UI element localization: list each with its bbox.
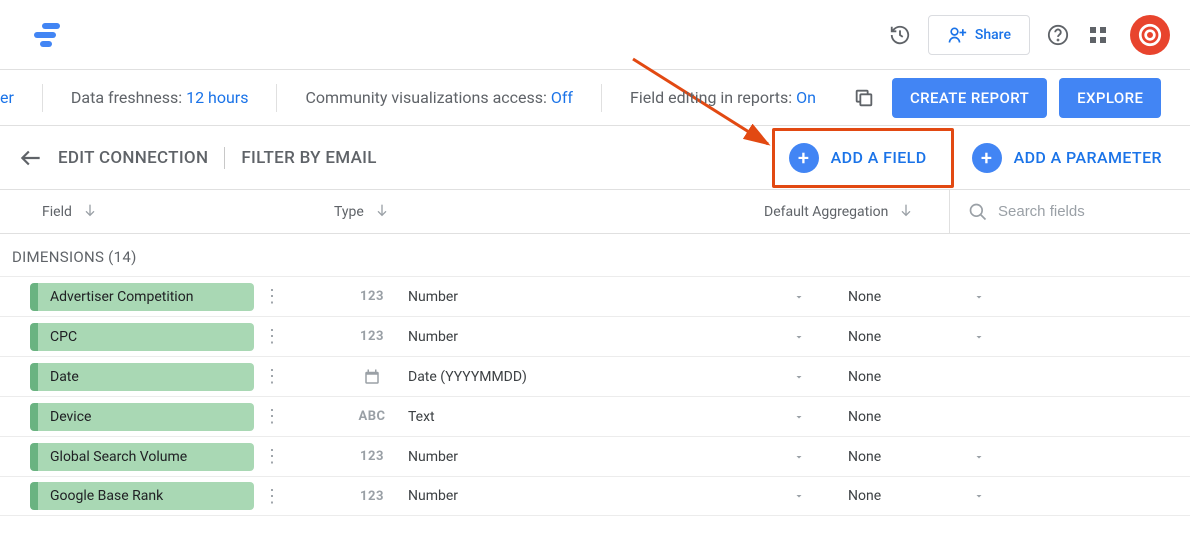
- type-dropdown[interactable]: [784, 451, 814, 463]
- apps-icon[interactable]: [1078, 15, 1118, 55]
- community-visualizations[interactable]: Community visualizations access: Off: [277, 70, 601, 125]
- share-button[interactable]: Share: [928, 15, 1030, 55]
- type-label: Number: [408, 449, 784, 465]
- dimensions-section-title: DIMENSIONS (14): [0, 234, 1190, 276]
- sort-arrow-icon: [374, 202, 390, 222]
- aggregation-label: None: [814, 289, 964, 305]
- more-icon[interactable]: ⋮: [254, 406, 290, 427]
- search-input[interactable]: [998, 203, 1148, 220]
- aggregation-label: None: [814, 449, 964, 465]
- action-bar: EDIT CONNECTION FILTER BY EMAIL + ADD A …: [0, 126, 1190, 190]
- type-label: Number: [408, 488, 784, 504]
- copy-icon[interactable]: [844, 87, 884, 109]
- aggregation-label: None: [814, 329, 964, 345]
- more-icon[interactable]: ⋮: [254, 286, 290, 307]
- aggregation-label: None: [814, 409, 964, 425]
- type-badge: ABC: [344, 409, 400, 424]
- data-freshness[interactable]: Data freshness: 12 hours: [43, 70, 277, 125]
- aggregation-dropdown[interactable]: [964, 451, 994, 463]
- dimension-chip[interactable]: Google Base Rank: [30, 482, 254, 510]
- plus-icon: +: [789, 143, 819, 173]
- dimension-chip[interactable]: Global Search Volume: [30, 443, 254, 471]
- table-row: Device⋮ ABC Text None: [0, 396, 1190, 436]
- column-header-type[interactable]: Type: [334, 202, 764, 222]
- type-label: Text: [408, 409, 784, 425]
- datastudio-logo: [30, 23, 60, 47]
- aggregation-label: None: [814, 488, 964, 504]
- search-icon: [968, 202, 988, 222]
- back-arrow-icon[interactable]: [18, 145, 44, 171]
- calendar-icon: [344, 368, 400, 386]
- table-row: Global Search Volume⋮ 123 Number None: [0, 436, 1190, 476]
- column-header-aggregation[interactable]: Default Aggregation: [764, 202, 949, 222]
- column-header-field[interactable]: Field: [42, 202, 334, 222]
- dimension-chip[interactable]: Date: [30, 363, 254, 391]
- type-badge: 123: [344, 329, 400, 344]
- type-dropdown[interactable]: [784, 490, 814, 502]
- more-icon[interactable]: ⋮: [254, 446, 290, 467]
- type-badge: 123: [344, 489, 400, 504]
- account-avatar[interactable]: [1130, 15, 1170, 55]
- edit-connection-label[interactable]: EDIT CONNECTION: [58, 148, 208, 168]
- table-row: CPC⋮ 123 Number None: [0, 316, 1190, 356]
- sort-arrow-icon: [82, 202, 98, 222]
- add-a-field-button[interactable]: + ADD A FIELD: [789, 143, 927, 173]
- type-dropdown[interactable]: [784, 291, 814, 303]
- top-bar: Share: [0, 0, 1190, 70]
- type-label: Date (YYYYMMDD): [408, 369, 784, 385]
- share-label: Share: [975, 27, 1011, 43]
- dimension-chip[interactable]: CPC: [30, 323, 254, 351]
- history-icon[interactable]: [880, 15, 920, 55]
- plus-icon: +: [972, 143, 1002, 173]
- partial-tab[interactable]: er: [0, 70, 42, 125]
- filter-by-email-label[interactable]: FILTER BY EMAIL: [241, 148, 376, 168]
- aggregation-dropdown[interactable]: [964, 291, 994, 303]
- table-row: Date⋮ Date (YYYYMMDD) None: [0, 356, 1190, 396]
- more-icon[interactable]: ⋮: [254, 326, 290, 347]
- column-header-row: Field Type Default Aggregation: [0, 190, 1190, 234]
- aggregation-dropdown[interactable]: [964, 331, 994, 343]
- type-badge: 123: [344, 289, 400, 304]
- aggregation-label: None: [814, 369, 964, 385]
- sort-arrow-icon: [898, 202, 914, 222]
- explore-button[interactable]: EXPLORE: [1059, 78, 1161, 118]
- help-icon[interactable]: [1038, 15, 1078, 55]
- create-report-button[interactable]: CREATE REPORT: [892, 78, 1047, 118]
- type-dropdown[interactable]: [784, 331, 814, 343]
- more-icon[interactable]: ⋮: [254, 486, 290, 507]
- table-row: Google Base Rank⋮ 123 Number None: [0, 476, 1190, 516]
- add-field-highlight: + ADD A FIELD: [772, 128, 954, 188]
- more-icon[interactable]: ⋮: [254, 366, 290, 387]
- add-a-parameter-button[interactable]: + ADD A PARAMETER: [972, 143, 1162, 173]
- dimensions-list: Advertiser Competition⋮123NumberNoneCPC⋮…: [0, 276, 1190, 516]
- dimension-chip[interactable]: Device: [30, 403, 254, 431]
- aggregation-dropdown[interactable]: [964, 490, 994, 502]
- type-badge: 123: [344, 449, 400, 464]
- type-label: Number: [408, 289, 784, 305]
- search-fields[interactable]: [949, 190, 1148, 233]
- info-bar: er Data freshness: 12 hours Community vi…: [0, 70, 1190, 126]
- dimension-chip[interactable]: Advertiser Competition: [30, 283, 254, 311]
- type-dropdown[interactable]: [784, 411, 814, 423]
- table-row: Advertiser Competition⋮ 123 Number None: [0, 276, 1190, 316]
- type-label: Number: [408, 329, 784, 345]
- field-editing[interactable]: Field editing in reports: On: [602, 70, 844, 125]
- type-dropdown[interactable]: [784, 371, 814, 383]
